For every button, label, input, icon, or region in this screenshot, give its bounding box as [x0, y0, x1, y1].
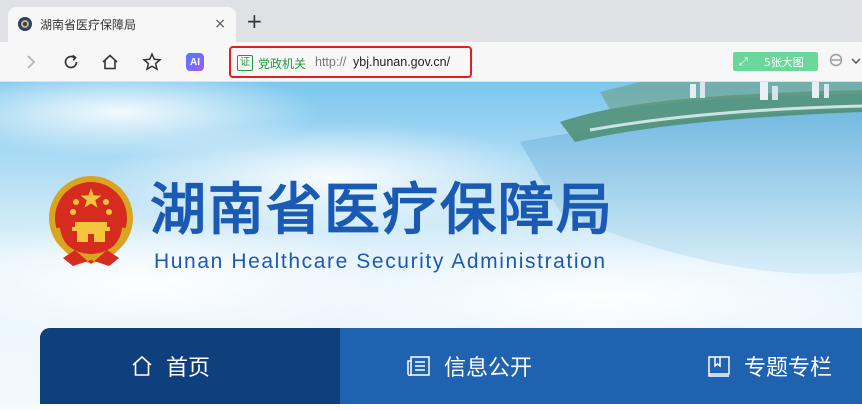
page-banner: 湖南省医疗保障局 Hunan Healthcare Security Admin…: [0, 82, 862, 410]
nav-item-label: 信息公开: [444, 356, 533, 381]
site-favicon-icon: [17, 16, 33, 32]
home-icon[interactable]: [99, 51, 121, 73]
home-icon: [130, 354, 154, 378]
ie-compat-icon[interactable]: [829, 53, 843, 71]
browser-toolbar: AI 证 党政机关 http:// ybj.hunan.gov.cn/ ⤢ 5张…: [0, 42, 862, 82]
address-bar[interactable]: 证 党政机关 http:// ybj.hunan.gov.cn/: [229, 46, 472, 78]
nav-item-special-topics[interactable]: 专题专栏: [640, 328, 862, 404]
nav-item-label: 首页: [166, 356, 211, 381]
expand-icon: ⤢: [739, 54, 748, 68]
big-images-button[interactable]: ⤢ 5张大图: [733, 52, 818, 71]
newspaper-icon: [406, 354, 432, 378]
nav-item-label: 专题专栏: [744, 356, 833, 381]
browser-tab[interactable]: 湖南省医疗保障局 ×: [8, 7, 236, 42]
nav-item-home[interactable]: 首页: [40, 328, 340, 404]
chevron-down-icon[interactable]: [850, 52, 862, 71]
bookmark-star-icon[interactable]: [141, 51, 163, 73]
site-title-chinese: 湖南省医疗保障局: [150, 177, 614, 243]
url-host: ybj.hunan.gov.cn/: [353, 55, 451, 69]
reload-icon[interactable]: [60, 51, 82, 73]
tab-close-icon[interactable]: ×: [214, 15, 226, 33]
forward-icon[interactable]: [20, 51, 42, 73]
page-content-top: [40, 404, 862, 410]
certificate-label[interactable]: 党政机关: [258, 55, 306, 72]
new-tab-button[interactable]: +: [246, 10, 263, 32]
big-images-label: 5张大图: [763, 55, 804, 69]
url-prefix: http://: [315, 55, 347, 69]
ai-assistant-button[interactable]: AI: [186, 53, 204, 71]
tab-strip: 湖南省医疗保障局 × +: [0, 0, 862, 42]
site-title-english: Hunan Healthcare Security Administration: [154, 250, 607, 273]
tab-title: 湖南省医疗保障局: [40, 18, 137, 32]
book-icon: [706, 354, 732, 378]
main-navigation: 首页 信息公开 专题专栏: [40, 328, 862, 404]
national-emblem-logo: [49, 176, 133, 266]
certificate-badge-icon[interactable]: 证: [237, 55, 253, 71]
nav-item-info-disclosure[interactable]: 信息公开: [340, 328, 640, 404]
